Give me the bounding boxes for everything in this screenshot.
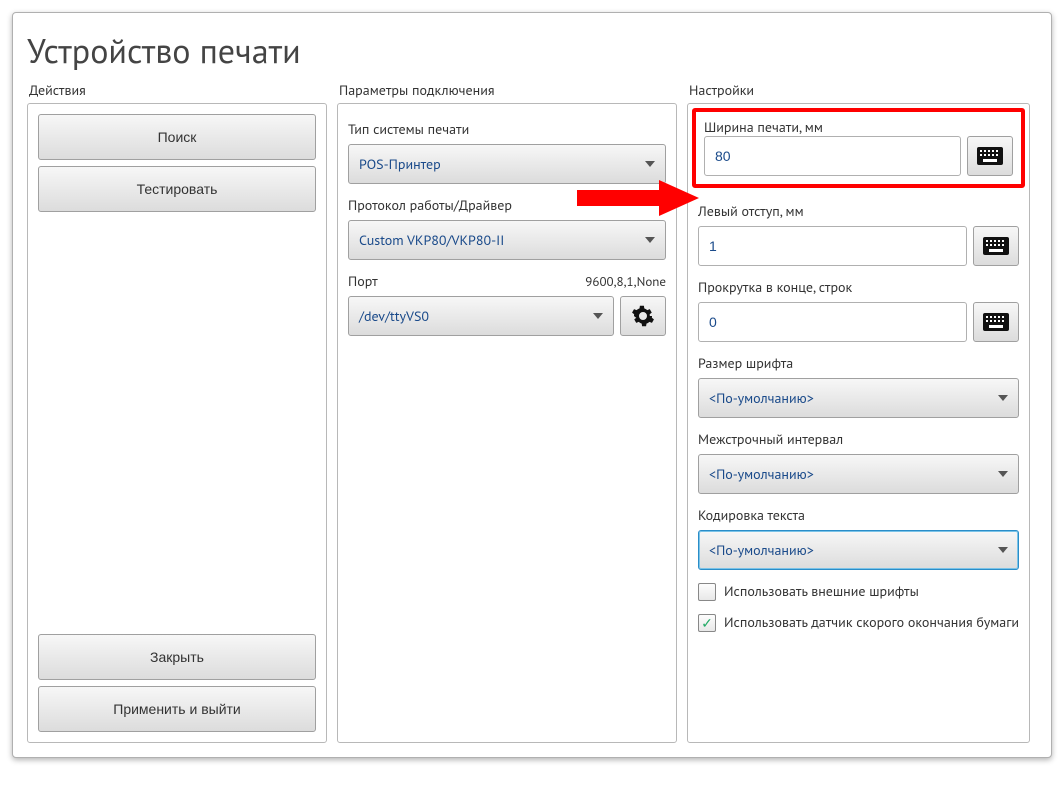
page-title: Устройство печати — [27, 29, 1037, 73]
scroll-end-label: Прокрутка в конце, строк — [698, 278, 1019, 296]
chevron-down-icon — [998, 395, 1008, 401]
protocol-value: Custom VKP80/VKP80-II — [359, 231, 504, 249]
chevron-down-icon — [998, 471, 1008, 477]
external-fonts-label: Использовать внешние шрифты — [724, 582, 919, 600]
print-width-label: Ширина печати, мм — [704, 118, 1013, 136]
left-margin-keyboard-button[interactable] — [973, 226, 1019, 266]
protocol-dropdown[interactable]: Custom VKP80/VKP80-II — [348, 220, 666, 260]
scroll-end-input[interactable] — [698, 302, 967, 342]
print-width-keyboard-button[interactable] — [967, 136, 1013, 176]
chevron-down-icon — [998, 547, 1008, 553]
print-system-dropdown[interactable]: POS-Принтер — [348, 144, 666, 184]
gear-icon — [631, 304, 655, 328]
chevron-down-icon — [645, 237, 655, 243]
line-spacing-value: <По-умолчанию> — [709, 465, 814, 483]
external-fonts-checkbox[interactable] — [698, 583, 716, 601]
line-spacing-dropdown[interactable]: <По-умолчанию> — [698, 454, 1019, 494]
chevron-down-icon — [645, 161, 655, 167]
test-button[interactable]: Тестировать — [38, 166, 316, 212]
keyboard-icon — [977, 147, 1003, 165]
chevron-down-icon — [593, 313, 603, 319]
left-margin-label: Левый отступ, мм — [698, 202, 1019, 220]
print-system-label: Тип системы печати — [348, 120, 666, 138]
left-margin-input[interactable] — [698, 226, 967, 266]
params-column-title: Параметры подключения — [337, 81, 677, 99]
scroll-end-keyboard-button[interactable] — [973, 302, 1019, 342]
port-params-text: 9600,8,1,None — [585, 273, 666, 290]
encoding-label: Кодировка текста — [698, 506, 1019, 524]
port-dropdown[interactable]: /dev/ttyVS0 — [348, 296, 614, 336]
paper-sensor-checkbox[interactable] — [698, 614, 716, 632]
print-system-value: POS-Принтер — [359, 155, 441, 173]
font-size-dropdown[interactable]: <По-умолчанию> — [698, 378, 1019, 418]
print-width-input[interactable] — [704, 136, 961, 176]
settings-column-title: Настройки — [687, 81, 1030, 99]
encoding-value: <По-умолчанию> — [709, 541, 814, 559]
keyboard-icon — [983, 313, 1009, 331]
line-spacing-label: Межстрочный интервал — [698, 430, 1019, 448]
port-settings-button[interactable] — [620, 296, 666, 336]
close-button[interactable]: Закрыть — [38, 634, 316, 680]
font-size-value: <По-умолчанию> — [709, 389, 814, 407]
protocol-label: Протокол работы/Драйвер — [348, 196, 666, 214]
font-size-label: Размер шрифта — [698, 354, 1019, 372]
port-value: /dev/ttyVS0 — [359, 307, 429, 325]
keyboard-icon — [983, 237, 1009, 255]
print-width-highlight: Ширина печати, мм — [692, 108, 1025, 188]
search-button[interactable]: Поиск — [38, 114, 316, 160]
apply-exit-button[interactable]: Применить и выйти — [38, 686, 316, 732]
port-label: Порт — [348, 272, 378, 290]
encoding-dropdown[interactable]: <По-умолчанию> — [698, 530, 1019, 570]
paper-sensor-label: Использовать датчик скорого окончания бу… — [724, 613, 1019, 631]
actions-column-title: Действия — [27, 81, 327, 99]
